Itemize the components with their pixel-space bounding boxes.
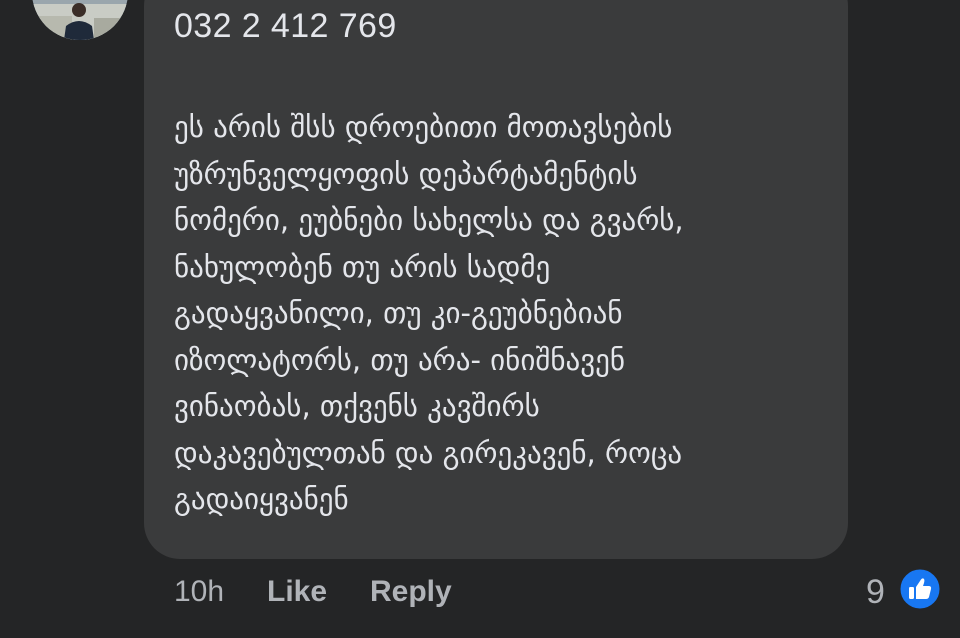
comment-text: ეს არის შსს დროებითი მოთავსების უზრუნველ… bbox=[174, 104, 834, 523]
comment-timestamp[interactable]: 10h bbox=[174, 572, 224, 612]
phone-number: 032 2 412 769 bbox=[174, 7, 397, 45]
avatar[interactable] bbox=[32, 0, 128, 40]
comment-actions: 10h Like Reply 9 bbox=[0, 572, 960, 612]
comment-text-line: ნომერი, ეუბნები სახელსა და გვარს, bbox=[174, 203, 684, 237]
thumbs-up-icon[interactable] bbox=[898, 567, 942, 611]
avatar-photo bbox=[32, 0, 128, 40]
comment-text-line: უზრუნველყოფის დეპარტამენტის bbox=[174, 156, 638, 191]
comment-screen: 032 2 412 769 ეს არის შსს დროებითი მოთავ… bbox=[0, 0, 960, 638]
comment-text-line: ეს არის შსს დროებითი მოთავსების bbox=[174, 110, 673, 144]
like-button[interactable]: Like bbox=[267, 572, 327, 612]
reaction-count[interactable]: 9 bbox=[866, 572, 885, 612]
comment-text-line: იზოლატორს, თუ არა- ინიშნავენ bbox=[174, 342, 625, 377]
comment-text-line: ნახულობენ თუ არის სადმე bbox=[174, 249, 551, 284]
comment-text-line: დაკავებულთან და გირეკავენ, როცა bbox=[174, 435, 683, 470]
reply-button[interactable]: Reply bbox=[370, 572, 452, 612]
comment-text-line: გადაყვანილი, თუ კი-გეუბნებიან bbox=[174, 296, 623, 330]
comment-text-line: გადაიყვანენ bbox=[174, 482, 349, 516]
comment-text-line: ვინაობას, თქვენს კავშირს bbox=[174, 389, 540, 423]
